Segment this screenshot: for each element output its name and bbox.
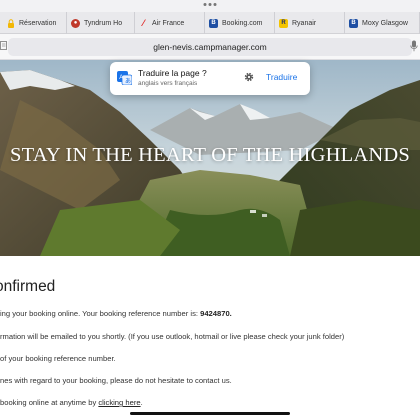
translate-subtitle: anglais vers français <box>138 80 198 87</box>
confirmation-line-contact: nes with regard to your booking, please … <box>0 376 232 385</box>
confirmation-heading: onfirmed <box>0 278 56 295</box>
gear-icon[interactable] <box>243 71 255 83</box>
tab-label: Moxy Glasgow <box>362 19 408 27</box>
translate-title: Traduire la page ? <box>138 68 207 78</box>
airfrance-icon: ⁄ <box>142 18 145 28</box>
confirmation-line-manage: booking online at anytime by clicking he… <box>0 398 143 407</box>
hero-title: STAY IN THE HEART OF THE HIGHLANDS <box>10 144 410 166</box>
lock-icon <box>6 18 15 28</box>
booking-icon: B <box>209 18 218 28</box>
reader-icon[interactable] <box>0 41 8 50</box>
tab-air-france[interactable]: ⁄ Air France <box>135 12 205 34</box>
svg-text:A: A <box>119 75 123 81</box>
manage-intro: booking online at anytime by <box>0 398 99 407</box>
confirmation-line-reference: ing your booking online. Your booking re… <box>0 309 232 318</box>
reference-intro: ing your booking online. Your booking re… <box>0 309 201 318</box>
tab-label: Tyndrum Ho <box>84 19 123 27</box>
booking-icon: B <box>349 18 358 28</box>
tab-label: Ryanair <box>292 19 317 27</box>
tab-label: Booking.com <box>222 19 263 27</box>
translate-icon: A あ <box>117 71 132 85</box>
tab-booking[interactable]: B Booking.com <box>205 12 275 34</box>
booking-reference-number: 9424870. <box>200 309 232 318</box>
tab-label: Réservation <box>19 19 57 27</box>
manage-end: . <box>140 398 143 407</box>
tab-ryanair[interactable]: R Ryanair <box>275 12 345 34</box>
ryanair-icon: R <box>279 18 288 28</box>
svg-text:あ: あ <box>125 78 131 85</box>
translate-popup: A あ Traduire la page ? anglais vers fran… <box>110 62 310 95</box>
confirmation-line-email: rmation will be emailed to you shortly. … <box>0 332 345 341</box>
url-field[interactable]: glen-nevis.campmanager.com <box>8 38 412 56</box>
address-bar: glen-nevis.campmanager.com <box>0 34 420 60</box>
tab-bar: Réservation ● Tyndrum Ho ⁄ Air France B … <box>0 12 420 34</box>
tab-reservation[interactable]: Réservation <box>0 12 67 34</box>
tab-moxy[interactable]: B Moxy Glasgow <box>345 12 420 34</box>
microphone-icon[interactable] <box>410 40 418 52</box>
home-indicator[interactable] <box>130 412 290 415</box>
confirmation-line-note: of your booking reference number. <box>0 354 116 363</box>
tab-tyndrum[interactable]: ● Tyndrum Ho <box>67 12 135 34</box>
translate-button[interactable]: Traduire <box>266 72 297 82</box>
tab-label: Air France <box>152 19 185 27</box>
globe-icon: ● <box>71 18 80 28</box>
status-bar <box>0 0 420 12</box>
url-text: glen-nevis.campmanager.com <box>153 42 267 52</box>
more-dots-icon[interactable] <box>203 3 217 6</box>
confirmation-section: onfirmed ing your booking online. Your b… <box>0 256 420 420</box>
clicking-here-link[interactable]: clicking here <box>98 398 140 407</box>
